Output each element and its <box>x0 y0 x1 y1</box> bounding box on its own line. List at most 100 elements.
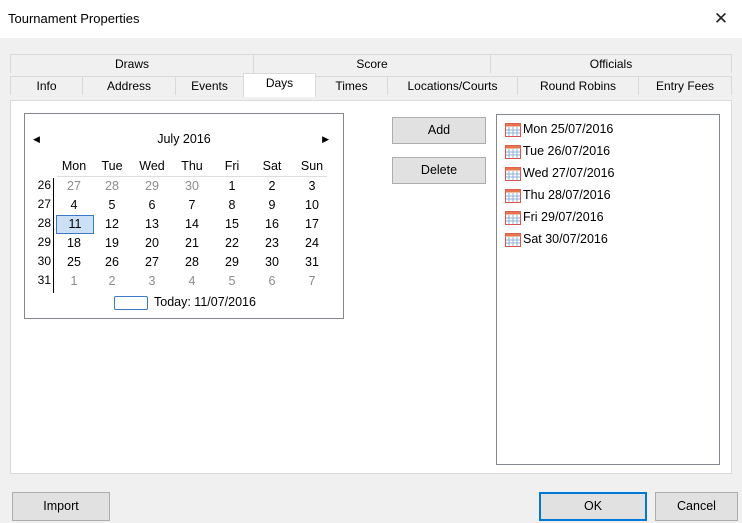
calendar-day[interactable]: 28 <box>176 254 208 271</box>
day-label: Thu 28/07/2016 <box>523 188 611 202</box>
calendar-day[interactable]: 3 <box>136 273 168 290</box>
calendar-day[interactable]: 5 <box>96 197 128 214</box>
calendar-day[interactable]: 6 <box>136 197 168 214</box>
weekday-header: Fri <box>224 159 240 173</box>
tab-draws[interactable]: Draws <box>10 54 254 73</box>
tab-officials[interactable]: Officials <box>490 54 732 73</box>
tab-info[interactable]: Info <box>10 76 83 95</box>
calendar-icon <box>505 144 521 159</box>
weekday-header: Wed <box>139 159 165 173</box>
calendar-day[interactable]: 3 <box>296 178 328 195</box>
tab-label: Draws <box>114 57 149 71</box>
calendar-icon <box>505 166 521 181</box>
calendar-day[interactable]: 4 <box>176 273 208 290</box>
calendar-day[interactable]: 22 <box>216 235 248 252</box>
today-link[interactable]: Today: 11/07/2016 <box>154 295 256 309</box>
tab-label: Locations/Courts <box>407 79 498 93</box>
tab-locations-courts[interactable]: Locations/Courts <box>387 76 518 95</box>
list-item[interactable]: Fri 29/07/2016 <box>505 207 604 227</box>
day-label: Sat 30/07/2016 <box>523 232 608 246</box>
tab-label: Info <box>36 79 57 93</box>
calendar-icon <box>505 232 521 247</box>
tab-score[interactable]: Score <box>253 54 491 73</box>
list-item[interactable]: Tue 26/07/2016 <box>505 141 610 161</box>
list-item[interactable]: Mon 25/07/2016 <box>505 119 613 139</box>
calendar-day[interactable]: 7 <box>176 197 208 214</box>
day-label: Tue 26/07/2016 <box>523 144 611 158</box>
close-icon[interactable]: ✕ <box>708 6 734 32</box>
tournament-days-list[interactable]: Mon 25/07/2016 Tue 26/07/2016 Wed 27/07/… <box>496 114 720 465</box>
tab-address[interactable]: Address <box>82 76 176 95</box>
calendar-day[interactable]: 5 <box>216 273 248 290</box>
weekday-header: Tue <box>101 159 123 173</box>
month-year-label[interactable]: July 2016 <box>25 132 343 146</box>
delete-button[interactable]: Delete <box>392 157 486 184</box>
calendar-day[interactable]: 2 <box>96 273 128 290</box>
calendar-day[interactable]: 26 <box>96 254 128 271</box>
week-number: 30 <box>37 254 51 268</box>
list-item[interactable]: Wed 27/07/2016 <box>505 163 615 183</box>
calendar-day[interactable]: 27 <box>136 254 168 271</box>
calendar-day[interactable]: 12 <box>96 216 128 233</box>
calendar-day[interactable]: 24 <box>296 235 328 252</box>
calendar-day[interactable]: 29 <box>136 178 168 195</box>
calendar-day[interactable]: 18 <box>58 235 90 252</box>
tab-label: Days <box>265 76 294 90</box>
tab-times[interactable]: Times <box>315 76 388 95</box>
add-button[interactable]: Add <box>392 117 486 144</box>
calendar-day[interactable]: 25 <box>58 254 90 271</box>
calendar-day[interactable]: 17 <box>296 216 328 233</box>
calendar-day[interactable]: 29 <box>216 254 248 271</box>
calendar-day[interactable]: 10 <box>296 197 328 214</box>
weekday-header: Mon <box>61 159 87 173</box>
calendar-day[interactable]: 28 <box>96 178 128 195</box>
week-number: 28 <box>37 216 51 230</box>
calendar-day[interactable]: 9 <box>256 197 288 214</box>
calendar-day[interactable]: 14 <box>176 216 208 233</box>
calendar-day[interactable]: 31 <box>296 254 328 271</box>
calendar-day[interactable]: 30 <box>176 178 208 195</box>
calendar-day[interactable]: 15 <box>216 216 248 233</box>
list-item[interactable]: Thu 28/07/2016 <box>505 185 611 205</box>
tab-label: Round Robins <box>539 79 617 93</box>
calendar-icon <box>505 188 521 203</box>
today-indicator[interactable] <box>114 296 148 310</box>
week-number-divider <box>53 178 54 293</box>
week-number: 29 <box>37 235 51 249</box>
tab-days[interactable]: Days <box>243 73 316 97</box>
tab-label: Events <box>191 79 228 93</box>
tab-label: Times <box>335 79 368 93</box>
tab-label: Entry Fees <box>655 79 715 93</box>
tab-events[interactable]: Events <box>175 76 244 95</box>
tab-entry-fees[interactable]: Entry Fees <box>638 76 732 95</box>
calendar-day[interactable]: 1 <box>216 178 248 195</box>
import-button[interactable]: Import <box>12 492 110 521</box>
calendar-day[interactable]: 2 <box>256 178 288 195</box>
calendar-day[interactable]: 27 <box>58 178 90 195</box>
calendar-day[interactable]: 6 <box>256 273 288 290</box>
weekday-header: Sat <box>262 159 282 173</box>
weekday-divider <box>57 176 327 177</box>
calendar-day[interactable]: 23 <box>256 235 288 252</box>
calendar-day[interactable]: 30 <box>256 254 288 271</box>
window-title: Tournament Properties <box>8 11 140 26</box>
day-label: Wed 27/07/2016 <box>523 166 615 180</box>
month-calendar[interactable]: ◀ ▶ July 2016 Mon Tue Wed Thu Fri Sat Su… <box>24 113 344 319</box>
weekday-header: Thu <box>181 159 203 173</box>
calendar-day[interactable]: 1 <box>58 273 90 290</box>
calendar-day[interactable]: 4 <box>58 197 90 214</box>
tab-round-robins[interactable]: Round Robins <box>517 76 639 95</box>
cancel-button[interactable]: Cancel <box>655 492 738 521</box>
calendar-day-today[interactable]: 11 <box>56 215 94 234</box>
calendar-day[interactable]: 20 <box>136 235 168 252</box>
day-label: Mon 25/07/2016 <box>523 122 614 136</box>
ok-button[interactable]: OK <box>539 492 647 521</box>
calendar-day[interactable]: 16 <box>256 216 288 233</box>
calendar-day[interactable]: 7 <box>296 273 328 290</box>
calendar-day[interactable]: 8 <box>216 197 248 214</box>
calendar-day[interactable]: 21 <box>176 235 208 252</box>
calendar-day[interactable]: 13 <box>136 216 168 233</box>
list-item[interactable]: Sat 30/07/2016 <box>505 229 608 249</box>
day-label: Fri 29/07/2016 <box>523 210 604 224</box>
calendar-day[interactable]: 19 <box>96 235 128 252</box>
